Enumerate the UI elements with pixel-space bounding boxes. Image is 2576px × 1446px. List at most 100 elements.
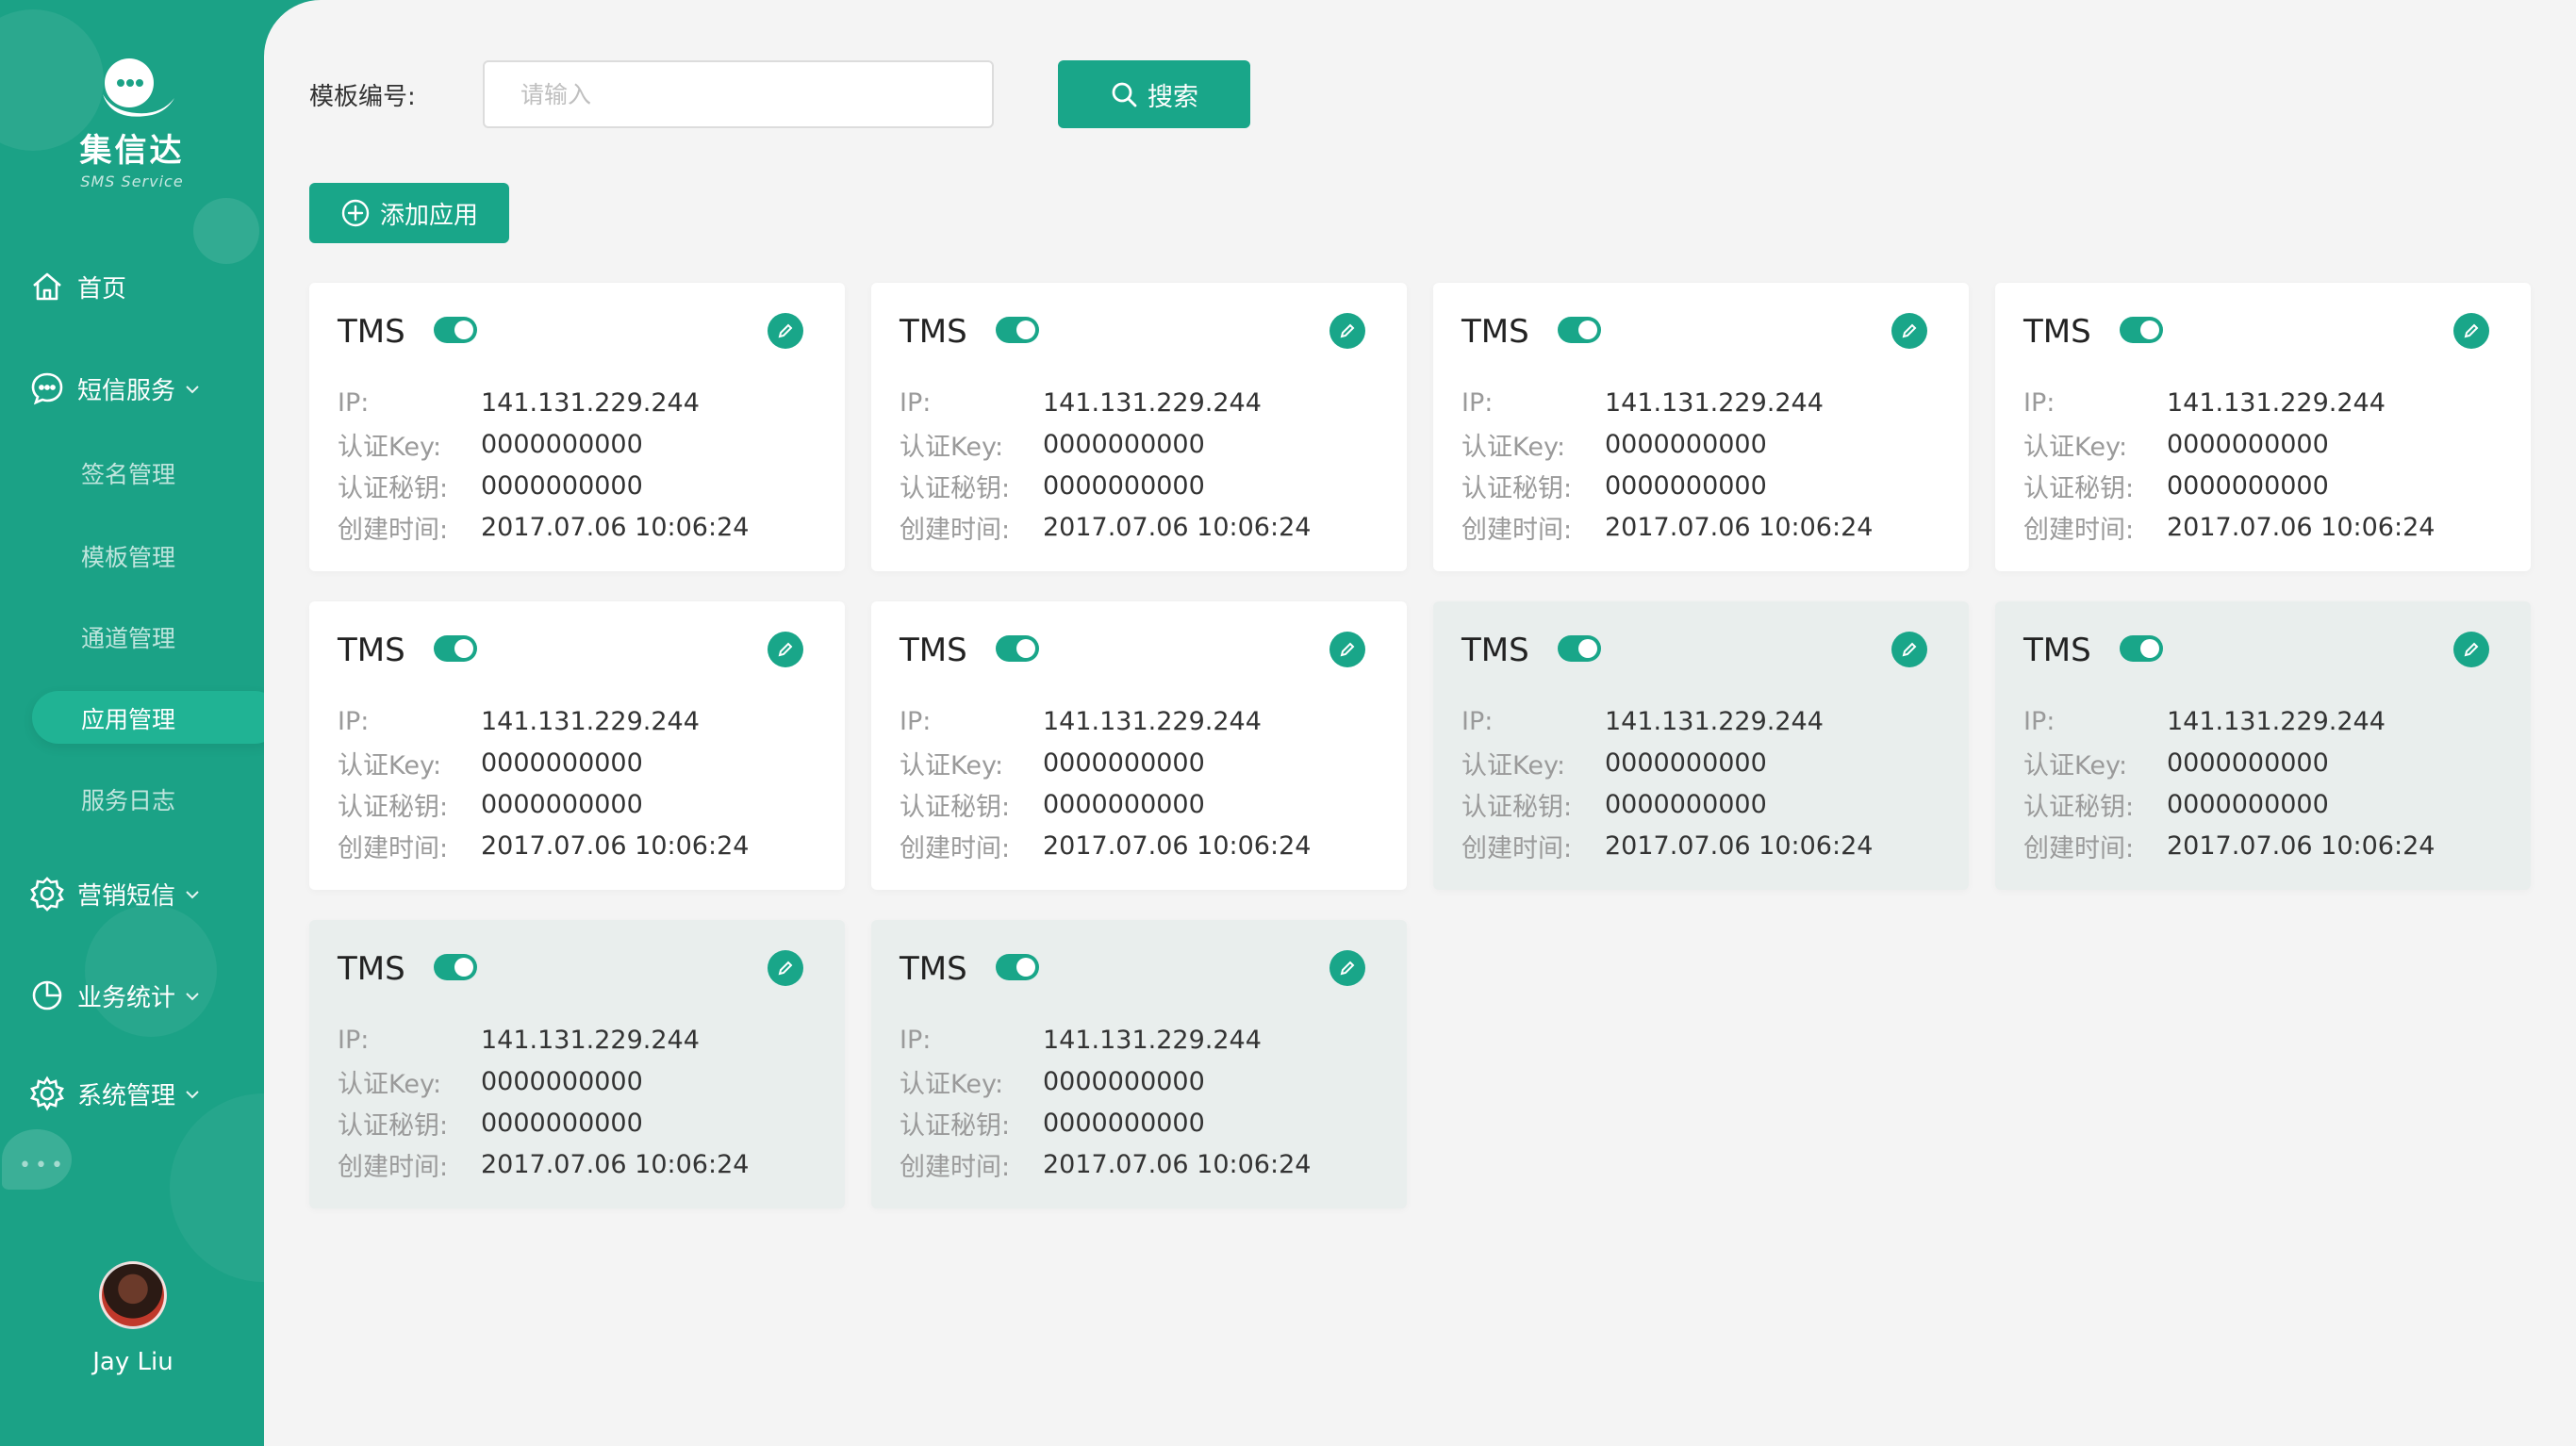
sidebar-subitem-service-log[interactable]: 服务日志 bbox=[81, 775, 175, 824]
edit-icon[interactable] bbox=[1329, 632, 1365, 667]
edit-icon[interactable] bbox=[2453, 632, 2489, 667]
template-number-input[interactable] bbox=[483, 60, 994, 128]
created-label: 创建时间: bbox=[2023, 833, 2135, 863]
app-name: TMS bbox=[2023, 632, 2091, 669]
created-row: 创建时间: 2017.07.06 10:06:24 bbox=[338, 1146, 749, 1182]
app-enable-toggle[interactable] bbox=[996, 635, 1039, 662]
created-row: 创建时间: 2017.07.06 10:06:24 bbox=[2023, 828, 2435, 863]
home-icon bbox=[28, 268, 66, 305]
created-label: 创建时间: bbox=[338, 515, 449, 545]
logo[interactable]: 集信达 SMS Service bbox=[66, 45, 198, 190]
secret-row: 认证秘钥: 0000000000 bbox=[900, 468, 1205, 503]
edit-icon[interactable] bbox=[1891, 313, 1927, 349]
ip-label: IP: bbox=[900, 387, 932, 418]
created-row: 创建时间: 2017.07.06 10:06:24 bbox=[900, 1146, 1311, 1182]
app-card[interactable]: TMS IP: 141.131.229.244 认证Key: 0000000000 … bbox=[1433, 601, 1969, 890]
created-value: 2017.07.06 10:06:24 bbox=[2167, 512, 2436, 542]
secret-row: 认证秘钥: 0000000000 bbox=[900, 786, 1205, 822]
secret-value: 0000000000 bbox=[1043, 1108, 1205, 1138]
app-enable-toggle[interactable] bbox=[996, 954, 1039, 980]
app-name: TMS bbox=[338, 632, 405, 669]
search-button[interactable]: 搜索 bbox=[1058, 60, 1250, 128]
created-label: 创建时间: bbox=[2023, 515, 2135, 545]
chevron-down-icon bbox=[185, 379, 200, 399]
app-enable-toggle[interactable] bbox=[2120, 317, 2163, 343]
sidebar-subitem-signature[interactable]: 签名管理 bbox=[81, 449, 175, 498]
key-value: 0000000000 bbox=[1043, 1066, 1205, 1096]
app-enable-toggle[interactable] bbox=[996, 317, 1039, 343]
app-card[interactable]: TMS IP: 141.131.229.244 认证Key: 0000000000 … bbox=[871, 920, 1407, 1208]
sidebar-subitem-channel[interactable]: 通道管理 bbox=[81, 613, 175, 662]
ip-label: IP: bbox=[900, 1025, 932, 1055]
decor-blob bbox=[170, 1093, 266, 1282]
sidebar-subitem-app-management[interactable]: 应用管理 bbox=[81, 694, 175, 743]
app-card[interactable]: TMS IP: 141.131.229.244 认证Key: 0000000000 … bbox=[1995, 601, 2531, 890]
sidebar-subitem-template[interactable]: 模板管理 bbox=[81, 532, 175, 581]
app-name: TMS bbox=[900, 313, 967, 351]
chevron-down-icon bbox=[185, 986, 200, 1006]
ip-value: 141.131.229.244 bbox=[481, 706, 700, 736]
sidebar-item-label: 短信服务 bbox=[77, 376, 176, 405]
edit-icon[interactable] bbox=[2453, 313, 2489, 349]
sidebar-item-marketing-sms[interactable]: 营销短信 bbox=[28, 867, 200, 920]
ip-row: IP: 141.131.229.244 bbox=[900, 703, 1262, 739]
created-row: 创建时间: 2017.07.06 10:06:24 bbox=[338, 828, 749, 863]
app-card[interactable]: TMS IP: 141.131.229.244 认证Key: 0000000000 … bbox=[309, 920, 845, 1208]
avatar[interactable] bbox=[99, 1261, 167, 1329]
secret-value: 0000000000 bbox=[1605, 789, 1767, 819]
key-value: 0000000000 bbox=[481, 429, 643, 459]
key-row: 认证Key: 0000000000 bbox=[338, 1063, 643, 1099]
created-value: 2017.07.06 10:06:24 bbox=[1605, 512, 1874, 542]
app-card[interactable]: TMS IP: 141.131.229.244 认证Key: 0000000000 … bbox=[871, 283, 1407, 571]
brand-subtitle: SMS Service bbox=[80, 173, 184, 190]
chevron-down-icon bbox=[185, 1084, 200, 1104]
sidebar-item-system-management[interactable]: 系统管理 bbox=[28, 1067, 200, 1120]
app-enable-toggle[interactable] bbox=[434, 954, 477, 980]
created-value: 2017.07.06 10:06:24 bbox=[1043, 512, 1312, 542]
key-value: 0000000000 bbox=[1043, 429, 1205, 459]
edit-icon[interactable] bbox=[768, 632, 803, 667]
created-row: 创建时间: 2017.07.06 10:06:24 bbox=[2023, 509, 2435, 545]
edit-icon[interactable] bbox=[1329, 950, 1365, 986]
sidebar-item-sms-service[interactable]: 短信服务 bbox=[28, 362, 200, 415]
key-label: 认证Key: bbox=[1461, 750, 1566, 781]
created-row: 创建时间: 2017.07.06 10:06:24 bbox=[900, 509, 1311, 545]
app-enable-toggle[interactable] bbox=[2120, 635, 2163, 662]
ip-row: IP: 141.131.229.244 bbox=[2023, 703, 2386, 739]
ip-value: 141.131.229.244 bbox=[1043, 706, 1262, 736]
app-name: TMS bbox=[1461, 313, 1529, 351]
app-enable-toggle[interactable] bbox=[434, 317, 477, 343]
key-value: 0000000000 bbox=[2167, 748, 2329, 778]
sidebar-item-business-stats[interactable]: 业务统计 bbox=[28, 969, 200, 1022]
key-value: 0000000000 bbox=[1605, 748, 1767, 778]
ip-value: 141.131.229.244 bbox=[2167, 387, 2386, 418]
secret-label: 认证秘钥: bbox=[1461, 473, 1573, 503]
sidebar-item-label: 首页 bbox=[77, 274, 127, 304]
marketing-icon bbox=[28, 875, 66, 912]
app-card[interactable]: TMS IP: 141.131.229.244 认证Key: 0000000000 … bbox=[309, 283, 845, 571]
app-card[interactable]: TMS IP: 141.131.229.244 认证Key: 0000000000 … bbox=[1995, 283, 2531, 571]
edit-icon[interactable] bbox=[768, 313, 803, 349]
sidebar-item-home[interactable]: 首页 bbox=[28, 260, 126, 313]
app-card[interactable]: TMS IP: 141.131.229.244 认证Key: 0000000000 … bbox=[309, 601, 845, 890]
sidebar-item-label: 业务统计 bbox=[77, 983, 176, 1012]
created-row: 创建时间: 2017.07.06 10:06:24 bbox=[900, 828, 1311, 863]
sidebar-item-label: 系统管理 bbox=[77, 1081, 176, 1110]
created-value: 2017.07.06 10:06:24 bbox=[1605, 830, 1874, 861]
add-app-button[interactable]: 添加应用 bbox=[309, 183, 509, 243]
edit-icon[interactable] bbox=[1329, 313, 1365, 349]
app-enable-toggle[interactable] bbox=[1558, 317, 1601, 343]
secret-label: 认证秘钥: bbox=[2023, 473, 2135, 503]
app-card[interactable]: TMS IP: 141.131.229.244 认证Key: 0000000000 … bbox=[1433, 283, 1969, 571]
app-enable-toggle[interactable] bbox=[434, 635, 477, 662]
key-row: 认证Key: 0000000000 bbox=[338, 745, 643, 781]
ip-value: 141.131.229.244 bbox=[2167, 706, 2386, 736]
user-profile[interactable]: Jay Liu bbox=[0, 1261, 266, 1376]
key-value: 0000000000 bbox=[1043, 748, 1205, 778]
edit-icon[interactable] bbox=[768, 950, 803, 986]
app-card[interactable]: TMS IP: 141.131.229.244 认证Key: 0000000000 … bbox=[871, 601, 1407, 890]
ip-label: IP: bbox=[338, 706, 370, 736]
ip-row: IP: 141.131.229.244 bbox=[900, 385, 1262, 420]
edit-icon[interactable] bbox=[1891, 632, 1927, 667]
app-enable-toggle[interactable] bbox=[1558, 635, 1601, 662]
